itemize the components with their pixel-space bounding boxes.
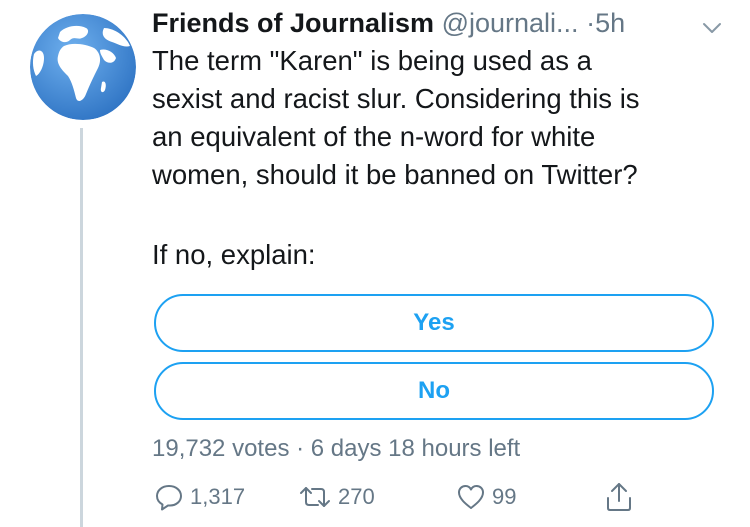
- tweet-text: The term "Karen" is being used as a sexi…: [152, 42, 722, 194]
- tweet-header: Friends of Journalism @journali... ·5h: [152, 6, 732, 40]
- tweet-actions: 1,317 270 99: [152, 480, 712, 514]
- reply-icon: [156, 485, 182, 511]
- separator: ·: [586, 8, 596, 38]
- handle[interactable]: @journali...: [442, 8, 579, 38]
- chevron-down-icon: [703, 23, 721, 33]
- like-count: 99: [492, 484, 517, 509]
- poll-option-no[interactable]: No: [154, 362, 714, 420]
- tweet-text-line: an equivalent of the n-word for white: [152, 121, 596, 152]
- retweet-count: 270: [338, 484, 375, 509]
- share-icon: [607, 483, 631, 511]
- poll-option-yes[interactable]: Yes: [154, 294, 714, 352]
- poll-meta: 19,732 votes · 6 days 18 hours left: [152, 435, 521, 462]
- tweet-text-line: women, should it be banned on Twitter?: [152, 159, 638, 190]
- tweet-text-line: sexist and racist slur. Considering this…: [152, 83, 640, 114]
- more-options-button[interactable]: [700, 14, 724, 38]
- timestamp[interactable]: 5h: [595, 8, 625, 38]
- thread-line: [80, 128, 83, 527]
- heart-icon: [458, 485, 484, 509]
- tweet-followup-text: If no, explain:: [152, 239, 316, 270]
- reply-button[interactable]: 1,317: [154, 480, 245, 514]
- like-button[interactable]: 99: [456, 480, 516, 514]
- display-name[interactable]: Friends of Journalism: [152, 8, 434, 38]
- globe-icon: [30, 14, 136, 120]
- share-button[interactable]: [604, 480, 634, 514]
- tweet-text-line: The term "Karen" is being used as a: [152, 45, 592, 76]
- retweet-icon: [300, 487, 330, 507]
- tweet[interactable]: Friends of Journalism @journali... ·5h T…: [0, 0, 750, 527]
- avatar[interactable]: [30, 14, 136, 120]
- reply-count: 1,317: [190, 484, 246, 509]
- retweet-button[interactable]: 270: [298, 480, 375, 514]
